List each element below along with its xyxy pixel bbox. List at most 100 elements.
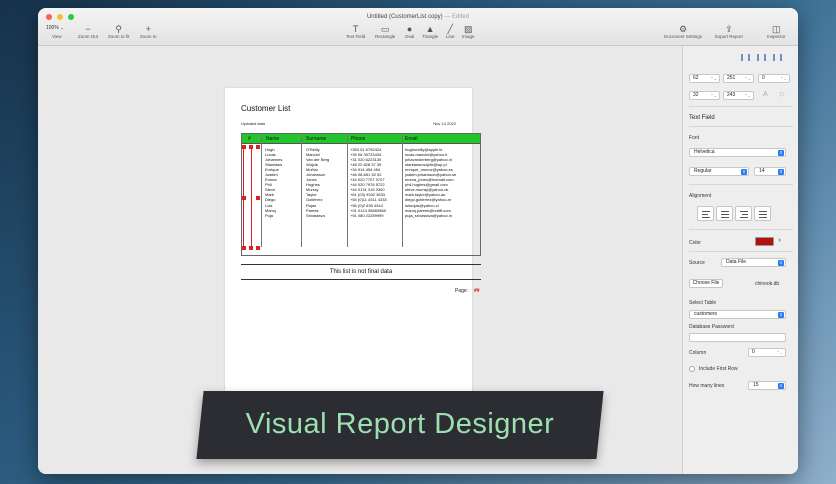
alignment-control — [697, 206, 787, 222]
resize-handle[interactable] — [242, 196, 246, 200]
align-center-button[interactable] — [716, 206, 733, 221]
banner-title: Visual Report Designer — [245, 408, 555, 440]
color-picker-icon[interactable]: ◑ — [777, 237, 781, 244]
email-column[interactable]: hughoreilly@apple.ie lucas.mancini@yahoo.… — [405, 147, 456, 218]
zoom-out-button[interactable]: − Zoom Out — [78, 24, 98, 39]
name-column[interactable]: Hugh Lucas Johannes Stanisław Enrique Joakim E… — [265, 147, 282, 218]
font-style-popup[interactable]: Regular ⇕ — [689, 167, 749, 176]
column-divider — [402, 134, 403, 247]
include-first-row-checkbox[interactable] — [689, 366, 695, 372]
table-cell: manoj.pareek@rediff.com — [405, 207, 451, 213]
rotation-field[interactable]: 32 ⌃⌄ — [689, 91, 720, 100]
width-field[interactable]: 0 ⌃⌄ — [758, 74, 790, 83]
font-size-icon[interactable]: A — [763, 91, 768, 98]
align-icon[interactable] — [773, 54, 782, 61]
stepper-icon[interactable]: ⌃⌄ — [710, 75, 717, 82]
report-date[interactable]: Nov 14 2022 — [433, 121, 456, 126]
align-icon[interactable] — [741, 54, 750, 61]
align-justify-button[interactable] — [754, 206, 771, 221]
resize-handle[interactable] — [242, 145, 246, 149]
align-distribute-icons[interactable] — [741, 54, 782, 61]
resize-handle[interactable] — [256, 246, 260, 250]
document-settings-button[interactable]: ⚙ Document Settings — [664, 24, 702, 39]
table-cell: +54 (0)11 4311 4333 — [350, 197, 387, 203]
text-field-tool[interactable]: T Text Field — [346, 24, 365, 39]
title-separator: — — [444, 14, 451, 20]
stepper-icon[interactable]: ⌃⌄ — [776, 349, 783, 356]
inspector-button[interactable]: ◫ Inspector — [767, 24, 786, 39]
rectangle-label: Rectangle — [375, 34, 396, 39]
line-tool[interactable]: ╱ Line — [446, 24, 455, 39]
choose-file-button[interactable]: Choose File — [689, 279, 723, 288]
resize-handle[interactable] — [256, 196, 260, 200]
zoom-in-button[interactable]: + Zoom In — [140, 24, 157, 39]
color-well[interactable] — [755, 237, 774, 246]
stepper-icon[interactable]: ⌃⌄ — [710, 92, 717, 99]
sidebar-icon: ◫ — [772, 24, 781, 34]
report-note[interactable]: This list is not final data — [241, 264, 481, 280]
zoom-to-fit-label: Zoom to fit — [108, 34, 130, 39]
height-field[interactable]: 243 ⌃⌄ — [723, 91, 754, 100]
source-popup[interactable]: Data File ⇕ — [721, 258, 786, 267]
y-position-field[interactable]: 251 ⌃⌄ — [723, 74, 754, 83]
align-left-button[interactable] — [697, 206, 714, 221]
db-password-field[interactable] — [689, 333, 786, 342]
magnifier-icon: ⚲ — [115, 24, 122, 34]
minus-icon: − — [85, 24, 91, 34]
image-icon: ▨ — [464, 24, 473, 34]
document-title: Untitled (CustomerList copy) — [366, 14, 443, 20]
report-subtitle[interactable]: Updated data — [241, 121, 265, 126]
triangle-tool[interactable]: ▲ Triangle — [422, 24, 438, 39]
font-size-value: 14 — [759, 168, 765, 174]
divider — [689, 184, 793, 185]
triangle-icon: ▲ — [425, 24, 435, 34]
settings-icon: ⚙ — [678, 24, 688, 34]
table-value: customers — [694, 311, 718, 317]
column-divider — [261, 134, 262, 247]
font-size-popup[interactable]: 14 ⇕ — [754, 167, 786, 176]
page-number-field[interactable]: ## — [474, 288, 480, 294]
x-position-field[interactable]: 62 ⌃⌄ — [689, 74, 720, 83]
zoom-value: 100% — [46, 25, 59, 31]
flag-icon[interactable]: ⚐ — [779, 91, 785, 99]
chevron-updown-icon: ⇕ — [778, 150, 784, 156]
select-table-label: Select Table — [689, 300, 717, 306]
align-right-button[interactable] — [735, 206, 752, 221]
resize-handle[interactable] — [256, 145, 260, 149]
y-value: 251 — [727, 75, 736, 81]
customer-table[interactable]: # Name Surname Phone Email Hugh Lucas Joha… — [241, 133, 481, 256]
how-many-lines-popup[interactable]: 15 ⇕ — [748, 381, 786, 390]
stepper-icon[interactable]: ⌃⌄ — [744, 92, 751, 99]
table-cell: diego.gutierrez@yahoo.ar — [405, 197, 452, 203]
rectangle-tool[interactable]: ▭ Rectangle — [375, 24, 395, 39]
triangle-label: Triangle — [422, 34, 439, 39]
surname-column[interactable]: O'Reilly Mancini Van der Berg Wójcik Muñoz Jo… — [306, 147, 329, 218]
report-title[interactable]: Customer List — [241, 104, 290, 113]
header-surname: Surname — [306, 136, 327, 142]
page-label[interactable]: Page: — [455, 288, 468, 294]
image-tool[interactable]: ▨ Image — [462, 24, 475, 39]
phone-column[interactable]: +353 01 6792424 +39 06 39733434 +31 020 62… — [350, 147, 387, 218]
column-field[interactable]: 0 ⌃⌄ — [748, 348, 786, 357]
stepper-icon[interactable]: ⌃⌄ — [780, 75, 787, 82]
table-popup[interactable]: customers ⇕ — [689, 310, 786, 319]
report-page[interactable]: Customer List Updated data Nov 14 2022 #… — [225, 88, 481, 442]
font-label: Font — [689, 135, 700, 141]
resize-handle[interactable] — [242, 246, 246, 250]
export-report-button[interactable]: ⇪ Export Report — [715, 24, 743, 39]
how-many-lines-label: How many lines — [689, 383, 725, 389]
font-family-popup[interactable]: Helvetica ⇕ — [689, 148, 786, 157]
zoom-popup[interactable]: 100% ⌄ View — [46, 25, 64, 39]
resize-handle[interactable] — [249, 246, 253, 250]
align-icon[interactable] — [757, 54, 766, 61]
oval-tool[interactable]: ● Oval — [405, 24, 414, 39]
design-canvas[interactable]: Customer List Updated data Nov 14 2022 #… — [38, 46, 682, 474]
zoom-in-label: Zoom In — [140, 34, 157, 39]
chevron-updown-icon: ⇕ — [778, 312, 784, 318]
plus-icon: + — [145, 24, 151, 34]
width-value: 0 — [762, 75, 765, 81]
oval-label: Oval — [405, 34, 415, 39]
resize-handle[interactable] — [249, 145, 253, 149]
zoom-to-fit-button[interactable]: ⚲ Zoom to fit — [108, 24, 129, 39]
stepper-icon[interactable]: ⌃⌄ — [744, 75, 751, 82]
